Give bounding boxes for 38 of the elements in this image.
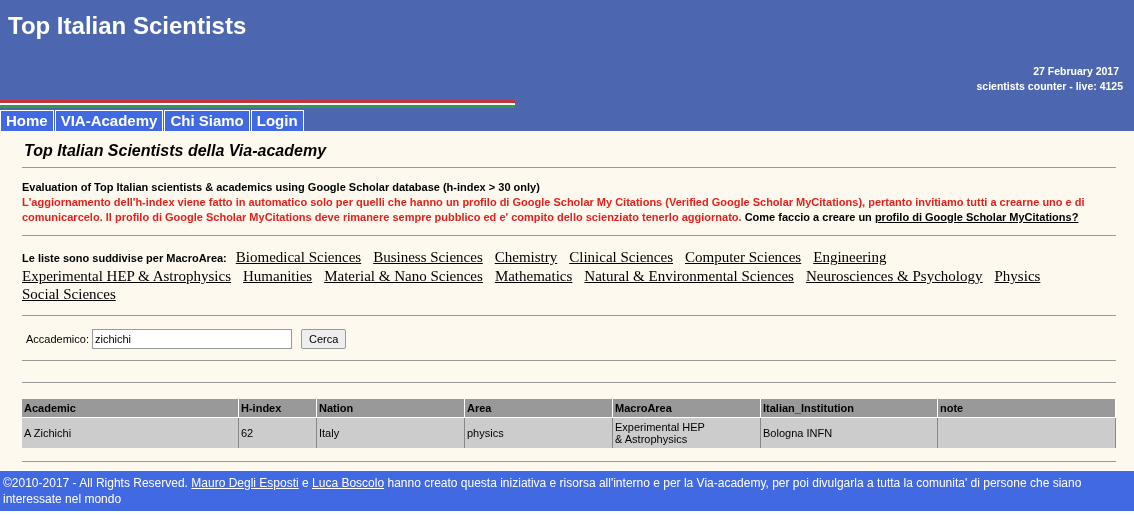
table-cell: Experimental HEP & Astrophysics — [613, 418, 761, 448]
footer-text: ©2010-2017 - All Rights Reserved. Mauro Degli Esposti e Luca Boscolo hanno creato questa iniziativa e risorsa all'interno e per la Via-academy, per poi divulgarla a tutta la comunita' di persone che siano interessate nel mondo — [3, 475, 1083, 507]
macroarea-link[interactable]: Natural & Environmental Sciences — [584, 267, 794, 285]
nav-link[interactable]: VIA-Academy — [54, 110, 164, 131]
intro-paragraph: L'aggiornamento dell'h-index viene fatto in automatico solo per quelli che hanno un profilo di Google Scholar My Citations (Verified Google Scholar MyCitations), pertanto invitiamo tutti a crearne uno e di comunicarcelo. Il profilo di Google Scholar MyCitations deve rimanere sempre pubblico ed e' compito dello scienziato tenerlo aggiornato. Come faccio a creare un profilo di Google Scholar MyCitations? — [22, 195, 1086, 225]
macroarea-link[interactable]: Business Sciences — [373, 248, 483, 266]
intro-heading: Evaluation of Top Italian scientists & academics using Google Scholar database (h-index > 30 only) — [22, 180, 541, 195]
macroarea-link[interactable]: Material & Nano Sciences — [324, 267, 483, 285]
search-label: Accademico: — [26, 331, 89, 347]
macroarea-link[interactable]: Chemistry — [494, 248, 558, 266]
table-cell: Bologna INFN — [761, 418, 938, 448]
page-heading: Top Italian Scientists della Via-academy — [23, 141, 328, 161]
author-link[interactable]: Mauro Degli Esposti — [191, 476, 299, 490]
table-cell: A Zichichi — [22, 418, 239, 448]
macroarea-link[interactable]: Mathematics — [494, 267, 573, 285]
nav-link[interactable]: Login — [250, 110, 304, 131]
macroarea-link[interactable]: Experimental HEP & Astrophysics — [22, 267, 231, 285]
macroarea-link[interactable]: Physics — [994, 267, 1041, 285]
macroarea-link[interactable]: Clinical Sciences — [569, 248, 673, 266]
table-cell: Italy — [317, 418, 465, 448]
help-link[interactable]: profilo di Google Scholar MyCitations? — [874, 211, 1079, 223]
table-cell: physics — [465, 418, 613, 448]
macroarea-link[interactable]: Neurosciences & Psychology — [805, 267, 983, 285]
macroarea-label: Le liste sono suddivise per MacroArea: — [22, 251, 227, 266]
site-title: Top Italian Scientists — [7, 11, 247, 41]
macroarea-link[interactable]: Computer Sciences — [685, 248, 802, 266]
author-link[interactable]: Luca Boscolo — [312, 476, 385, 490]
scientists-counter: scientists counter - live: 4125 — [976, 79, 1123, 94]
date-label: 27 February 2017 — [1033, 64, 1120, 79]
search-field[interactable]: zichichi — [92, 329, 292, 349]
macroarea-link[interactable]: Engineering — [813, 248, 887, 266]
macroarea-link[interactable]: Social Sciences — [22, 285, 116, 303]
nav-link[interactable]: Chi Siamo — [164, 110, 250, 131]
search-button[interactable]: Cerca — [301, 329, 347, 349]
macroarea-link[interactable]: Biomedical Sciences — [235, 248, 362, 266]
macroarea-link[interactable]: Humanities — [243, 267, 313, 285]
table-cell: 62 — [239, 418, 317, 448]
nav-link[interactable]: Home — [0, 110, 54, 131]
